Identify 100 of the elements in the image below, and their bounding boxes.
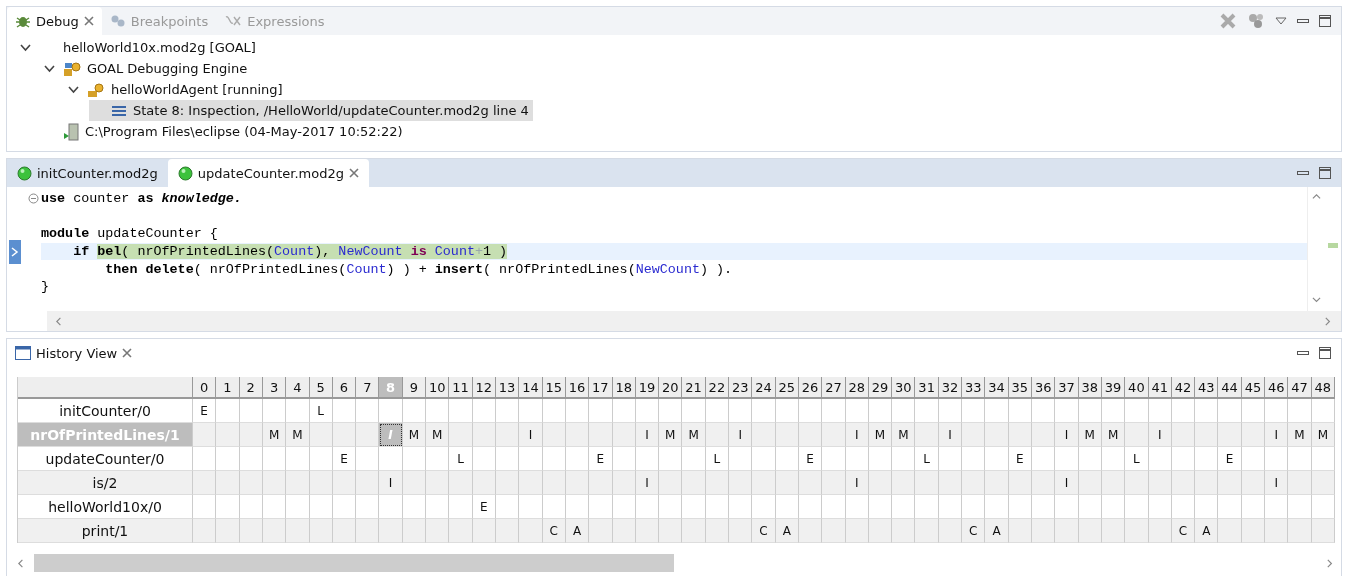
column-header[interactable]: 0 [193,377,217,399]
column-header[interactable]: 19 [635,377,660,399]
maximize-icon[interactable] [1319,15,1331,27]
table-cell [729,447,753,471]
column-header[interactable]: 13 [495,377,520,399]
table-cell [1101,399,1126,423]
maximize-icon[interactable] [1319,347,1331,359]
table-cell: E [1008,447,1032,471]
table-cell [729,495,753,519]
scroll-up-icon[interactable] [1312,193,1321,202]
column-header[interactable]: 46 [1265,377,1289,399]
table-cell [845,447,869,471]
column-header[interactable]: 4 [286,377,310,399]
column-header[interactable]: 14 [519,377,543,399]
column-header[interactable]: 30 [892,377,916,399]
chevron-icon[interactable] [43,64,55,73]
column-header[interactable]: 45 [1241,377,1266,399]
column-header[interactable]: 31 [915,377,939,399]
column-header[interactable]: 12 [472,377,496,399]
column-header[interactable]: 26 [798,377,823,399]
table-cell [1311,399,1335,423]
close-icon[interactable] [348,168,359,178]
table-cell: L [705,447,730,471]
column-header[interactable]: 38 [1078,377,1102,399]
column-header[interactable]: 43 [1195,377,1219,399]
tree-item[interactable]: helloWorldAgent [running] [65,79,287,100]
tree-item[interactable]: GOAL Debugging Engine [41,58,252,79]
column-header[interactable]: 28 [845,377,869,399]
scroll-right-icon[interactable] [1324,316,1333,326]
row-header[interactable]: helloWorld10x/0 [18,495,193,519]
column-header[interactable]: 44 [1218,377,1242,399]
column-header[interactable]: 36 [1032,377,1056,399]
column-header[interactable]: 33 [962,377,986,399]
view-tab[interactable]: Debug [7,7,102,35]
editor-tab[interactable]: updateCounter.mod2g [167,159,369,187]
column-header[interactable]: 25 [775,377,799,399]
column-header[interactable]: 47 [1288,377,1312,399]
column-header[interactable]: 40 [1125,377,1149,399]
row-header[interactable]: is/2 [18,471,193,495]
column-header[interactable]: 2 [239,377,263,399]
column-header[interactable]: 48 [1311,377,1335,399]
editor-tab[interactable]: initCounter.mod2g [7,159,168,187]
column-header[interactable]: 11 [449,377,473,399]
table-cell: M [682,423,706,447]
tree-item[interactable]: C:\Program Files\eclipse (04-May-2017 10:52:22) [41,121,407,142]
table-cell [1288,471,1312,495]
column-header[interactable]: 3 [262,377,287,399]
column-header[interactable]: 18 [612,377,636,399]
column-header[interactable]: 9 [402,377,427,399]
table-cell [286,495,310,519]
scroll-down-icon[interactable] [1312,296,1321,305]
scroll-left-icon[interactable] [17,558,26,568]
row-header[interactable]: print/1 [18,519,193,543]
maximize-icon[interactable] [1319,167,1331,179]
column-header[interactable]: 23 [729,377,753,399]
column-header[interactable]: 1 [216,377,240,399]
column-header[interactable]: 10 [426,377,450,399]
column-header[interactable]: 21 [682,377,706,399]
minimize-icon[interactable] [1297,17,1309,25]
scroll-right-icon[interactable] [1326,558,1335,568]
row-header[interactable]: initCounter/0 [18,399,193,423]
column-header[interactable]: 5 [309,377,333,399]
row-header[interactable]: updateCounter/0 [18,447,193,471]
column-header[interactable]: 42 [1171,377,1196,399]
column-header[interactable]: 41 [1148,377,1172,399]
close-icon[interactable] [122,348,133,358]
column-header[interactable]: 39 [1101,377,1126,399]
column-header[interactable]: 15 [542,377,566,399]
table-cell [286,447,310,471]
dropdown-icon[interactable] [1275,17,1287,25]
table-cell: E [332,447,357,471]
minimize-icon[interactable] [1297,169,1309,177]
table-cell [356,423,380,447]
close-icon[interactable] [83,16,94,26]
tree-item[interactable]: State 8: Inspection, /HelloWorld/updateCounter.mod2g line 4 [89,100,533,121]
table-cell [635,399,660,423]
scrollbar-thumb[interactable] [34,554,674,572]
column-header[interactable]: 32 [938,377,963,399]
column-header[interactable]: 7 [356,377,380,399]
column-header[interactable]: 27 [822,377,846,399]
table-cell [356,495,380,519]
column-header[interactable]: 16 [565,377,590,399]
minimize-icon[interactable] [1297,349,1309,357]
column-header[interactable]: 24 [752,377,776,399]
beans-icon[interactable] [1247,12,1265,30]
table-cell: L [309,399,333,423]
tree-item[interactable]: helloWorld10x.mod2g [GOAL] [17,37,260,58]
scroll-left-icon[interactable] [55,316,64,326]
column-header[interactable]: 20 [659,377,683,399]
column-header[interactable]: 17 [589,377,613,399]
column-header[interactable]: 29 [868,377,893,399]
chevron-icon[interactable] [67,85,79,94]
chevron-icon[interactable] [19,43,31,52]
column-header[interactable]: 34 [985,377,1009,399]
column-header[interactable]: 22 [705,377,730,399]
column-header[interactable]: 37 [1055,377,1079,399]
column-header[interactable]: 6 [332,377,357,399]
column-header[interactable]: 35 [1008,377,1032,399]
fold-icon[interactable] [28,193,39,205]
window-icon [15,346,31,360]
